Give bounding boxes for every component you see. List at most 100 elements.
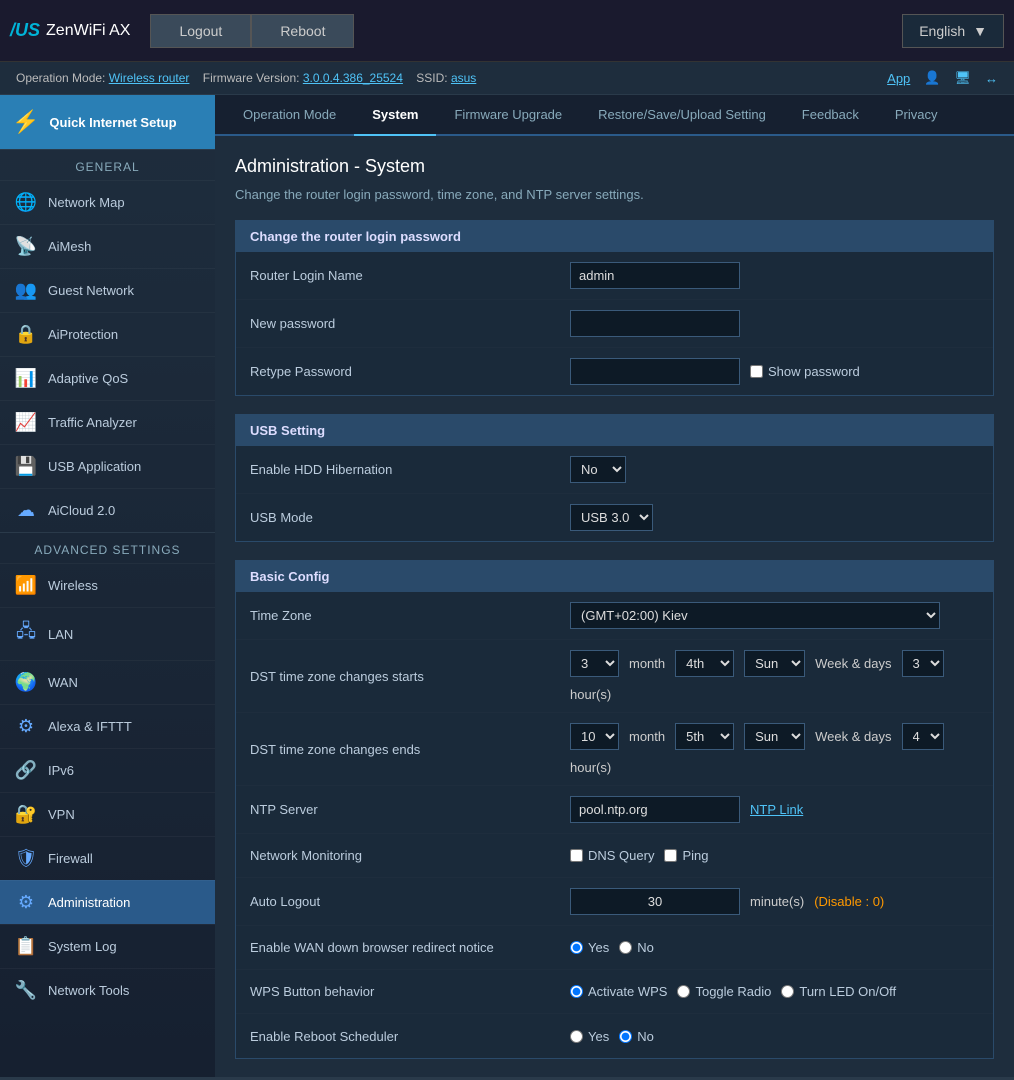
tab-navigation: Operation Mode System Firmware Upgrade R… — [215, 95, 1014, 136]
field-usb-mode: USB Mode USB 2.0 USB 3.0 — [236, 494, 993, 541]
dst-end-day-select[interactable]: SunMonTueWedThuFriSat — [744, 723, 805, 750]
administration-icon: ⚙ — [14, 892, 38, 913]
sidebar-item-usb-application[interactable]: 💾 USB Application — [0, 444, 215, 488]
content-area: Administration - System Change the route… — [215, 136, 1014, 1077]
sidebar-item-vpn[interactable]: 🔐 VPN — [0, 792, 215, 836]
sidebar-item-firewall[interactable]: 🛡 Firewall — [0, 836, 215, 880]
language-selector[interactable]: English ▼ — [902, 14, 1004, 48]
sidebar-item-label: IPv6 — [48, 763, 74, 778]
wan-redirect-label: Enable WAN down browser redirect notice — [250, 940, 570, 955]
field-retype-password: Retype Password Show password — [236, 348, 993, 395]
app-link[interactable]: App — [887, 71, 910, 86]
wps-led-radio[interactable] — [781, 985, 794, 998]
auto-logout-input[interactable] — [570, 888, 740, 915]
wps-toggle-label[interactable]: Toggle Radio — [677, 984, 771, 999]
wps-activate-label[interactable]: Activate WPS — [570, 984, 667, 999]
show-password-checkbox[interactable] — [750, 365, 763, 378]
monitor-icon[interactable]: 🖥 — [954, 70, 971, 86]
dst-start-month-select[interactable]: 123456789101112 — [570, 650, 619, 677]
tab-privacy[interactable]: Privacy — [877, 95, 956, 136]
network-icon[interactable]: ↔ — [985, 71, 998, 86]
wps-toggle-text: Toggle Radio — [695, 984, 771, 999]
tab-firmware-upgrade[interactable]: Firmware Upgrade — [436, 95, 580, 136]
reboot-no-text: No — [637, 1029, 654, 1044]
sidebar-item-label: VPN — [48, 807, 75, 822]
reboot-yes-label[interactable]: Yes — [570, 1029, 609, 1044]
show-password-label[interactable]: Show password — [750, 364, 860, 379]
retype-password-input[interactable] — [570, 358, 740, 385]
dst-end-hour-select[interactable]: 01234 — [902, 723, 944, 750]
wan-redirect-no-label[interactable]: No — [619, 940, 654, 955]
sidebar-item-aiprotection[interactable]: 🔒 AiProtection — [0, 312, 215, 356]
auto-logout-value: minute(s) (Disable : 0) — [570, 888, 979, 915]
sidebar-item-traffic-analyzer[interactable]: 📈 Traffic Analyzer — [0, 400, 215, 444]
reboot-yes-radio[interactable] — [570, 1030, 583, 1043]
sidebar-item-adaptive-qos[interactable]: 📊 Adaptive QoS — [0, 356, 215, 400]
sidebar-item-aicloud[interactable]: ☁ AiCloud 2.0 — [0, 488, 215, 532]
sidebar-item-aimesh[interactable]: 📡 AiMesh — [0, 224, 215, 268]
login-name-input[interactable] — [570, 262, 740, 289]
tab-operation-mode[interactable]: Operation Mode — [225, 95, 354, 136]
login-name-value — [570, 262, 979, 289]
mode-value[interactable]: Wireless router — [109, 71, 190, 85]
ntp-server-input[interactable] — [570, 796, 740, 823]
tab-feedback[interactable]: Feedback — [784, 95, 877, 136]
wan-redirect-yes-radio[interactable] — [570, 941, 583, 954]
sidebar-item-network-map[interactable]: 🌐 Network Map — [0, 180, 215, 224]
usb-mode-select[interactable]: USB 2.0 USB 3.0 — [570, 504, 653, 531]
quick-internet-setup[interactable]: ⚡ Quick Internet Setup — [0, 95, 215, 149]
sidebar-item-alexa[interactable]: ⚙ Alexa & IFTTT — [0, 704, 215, 748]
hdd-hibernation-value: No Yes — [570, 456, 979, 483]
usb-application-icon: 💾 — [14, 456, 38, 477]
sidebar-item-label: Network Map — [48, 195, 125, 210]
sidebar-item-system-log[interactable]: 📋 System Log — [0, 924, 215, 968]
wan-redirect-yes-label[interactable]: Yes — [570, 940, 609, 955]
dst-start-hour-select[interactable]: 01234 — [902, 650, 944, 677]
reboot-no-radio[interactable] — [619, 1030, 632, 1043]
dst-start-day-select[interactable]: SunMonTueWedThuFriSat — [744, 650, 805, 677]
sidebar-item-wan[interactable]: 🌍 WAN — [0, 660, 215, 704]
dst-start-month-text: month — [629, 656, 665, 671]
section-usb: USB Setting Enable HDD Hibernation No Ye… — [235, 414, 994, 542]
field-auto-logout: Auto Logout minute(s) (Disable : 0) — [236, 878, 993, 926]
sidebar-item-label: Alexa & IFTTT — [48, 719, 132, 734]
field-network-monitoring: Network Monitoring DNS Query Ping — [236, 834, 993, 878]
ntp-link[interactable]: NTP Link — [750, 802, 803, 817]
dst-end-month-select[interactable]: 123456789101112 — [570, 723, 619, 750]
user-icon[interactable]: 👤 — [924, 70, 940, 86]
hdd-hibernation-select[interactable]: No Yes — [570, 456, 626, 483]
sidebar-item-label: Firewall — [48, 851, 93, 866]
sidebar-item-label: WAN — [48, 675, 78, 690]
logout-button[interactable]: Logout — [150, 14, 251, 48]
dst-start-week-select[interactable]: 1st2nd3rd4th5thLast — [675, 650, 734, 677]
new-password-input[interactable] — [570, 310, 740, 337]
chevron-down-icon: ▼ — [973, 23, 987, 39]
dns-query-checkbox[interactable] — [570, 849, 583, 862]
wps-activate-radio[interactable] — [570, 985, 583, 998]
timezone-select[interactable]: (GMT+02:00) Kiev — [570, 602, 940, 629]
reboot-no-label[interactable]: No — [619, 1029, 654, 1044]
sidebar-item-lan[interactable]: 🖧 LAN — [0, 607, 215, 660]
reboot-button[interactable]: Reboot — [251, 14, 354, 48]
wan-redirect-no-radio[interactable] — [619, 941, 632, 954]
dns-query-text: DNS Query — [588, 848, 654, 863]
wps-led-label[interactable]: Turn LED On/Off — [781, 984, 896, 999]
sidebar-item-network-tools[interactable]: 🔧 Network Tools — [0, 968, 215, 1012]
dst-end-week-select[interactable]: 1st2nd3rd4th5thLast — [675, 723, 734, 750]
ping-checkbox[interactable] — [664, 849, 677, 862]
sidebar-item-wireless[interactable]: 📶 Wireless — [0, 563, 215, 607]
sidebar-item-label: System Log — [48, 939, 117, 954]
sidebar-item-label: Administration — [48, 895, 130, 910]
tab-restore-save[interactable]: Restore/Save/Upload Setting — [580, 95, 784, 136]
wps-toggle-radio[interactable] — [677, 985, 690, 998]
ping-label[interactable]: Ping — [664, 848, 708, 863]
sidebar-item-guest-network[interactable]: 👥 Guest Network — [0, 268, 215, 312]
tab-system[interactable]: System — [354, 95, 436, 136]
ssid-value[interactable]: asus — [451, 71, 476, 85]
sidebar-item-administration[interactable]: ⚙ Administration — [0, 880, 215, 924]
firmware-value[interactable]: 3.0.0.4.386_25524 — [303, 71, 403, 85]
section-password: Change the router login password Router … — [235, 220, 994, 396]
dns-query-label[interactable]: DNS Query — [570, 848, 654, 863]
sidebar-item-ipv6[interactable]: 🔗 IPv6 — [0, 748, 215, 792]
section-usb-header: USB Setting — [236, 415, 993, 446]
